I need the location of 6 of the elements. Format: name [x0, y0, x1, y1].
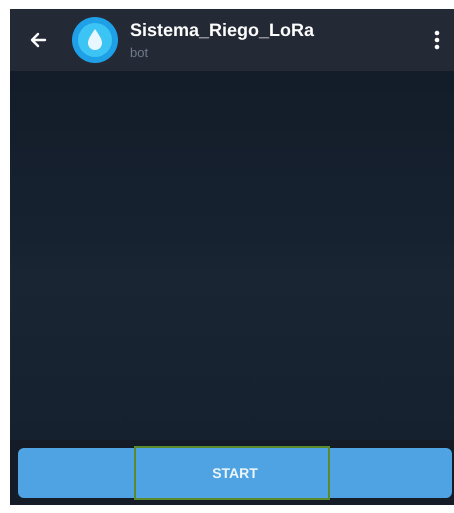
water-drop-avatar-icon[interactable]	[72, 17, 118, 63]
chat-title: Sistema_Riego_LoRa	[130, 20, 316, 41]
chat-subtitle: bot	[130, 45, 150, 60]
start-button[interactable]: START	[18, 448, 452, 498]
more-menu-icon[interactable]	[434, 30, 440, 50]
back-arrow-icon[interactable]	[28, 30, 48, 50]
